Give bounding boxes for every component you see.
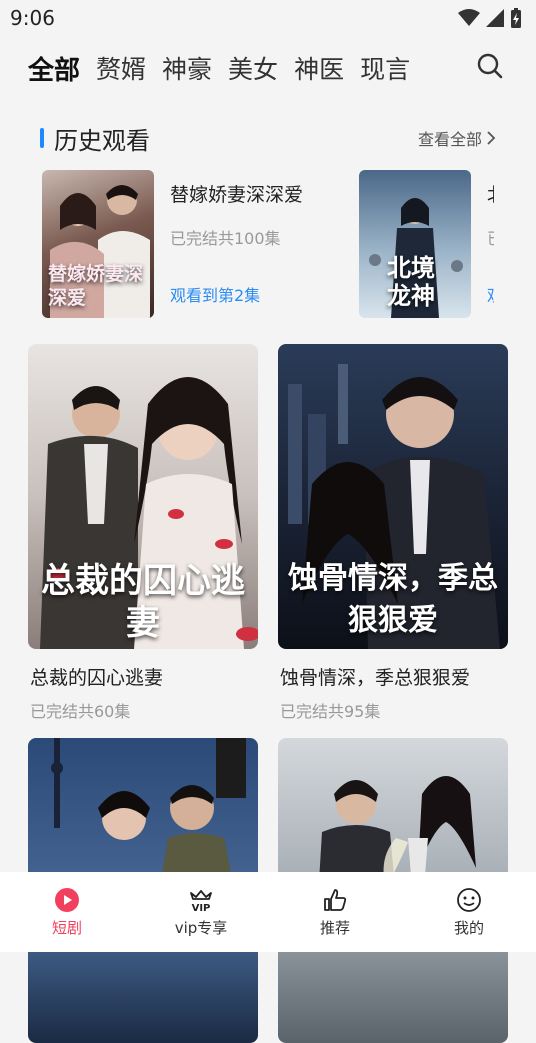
chevron-right-icon	[487, 131, 496, 145]
nav-label: 推荐	[319, 918, 350, 937]
search-icon[interactable]	[476, 52, 504, 80]
signal-icon	[486, 9, 504, 27]
poster-title-art: 总裁的囚心逃妻	[41, 561, 245, 643]
history-drama-name: 替嫁娇妻深深爱	[170, 184, 304, 206]
drama-cover: 蚀骨情深，季总狠狠爱	[278, 344, 508, 649]
poster-title-art: 蚀骨情深，季总狠狠爱	[288, 561, 498, 638]
poster-title-art: 北境龙神	[387, 253, 435, 310]
history-cover: 北境龙神	[359, 170, 471, 318]
status-time: 9:06	[10, 6, 55, 30]
play-circle-icon	[55, 887, 79, 912]
history-header: 历史观看 查看全部	[40, 121, 496, 156]
nav-label: 我的	[453, 918, 484, 937]
tab-son-in-law[interactable]: 赘婿	[96, 50, 146, 86]
thumbs-up-icon	[324, 888, 347, 911]
history-title: 历史观看	[40, 121, 150, 156]
nav-item-short-drama[interactable]: 短剧	[17, 887, 117, 938]
svg-text:VIP: VIP	[192, 903, 211, 913]
drama-title: 总裁的囚心逃妻	[30, 667, 164, 689]
tab-all[interactable]: 全部	[28, 50, 80, 87]
history-watch-progress: 观看到第2集	[170, 286, 261, 305]
nav-item-mine[interactable]: 我的	[419, 887, 519, 938]
bottom-nav: 短剧 VIP vip专享 推荐 我的	[0, 872, 536, 952]
wifi-icon	[458, 9, 480, 26]
drama-cover: 总裁的囚心逃妻	[28, 344, 258, 649]
tab-doctor[interactable]: 神医	[294, 50, 344, 86]
view-all-label: 查看全部	[417, 130, 482, 149]
drama-card[interactable]: 总裁的囚心逃妻 总裁的囚心逃妻 已完结共60集	[28, 344, 258, 722]
status-bar: 9:06	[0, 0, 536, 36]
nav-label: 短剧	[51, 918, 82, 937]
poster-title-art: 替嫁娇妻深深爱	[48, 263, 144, 309]
tab-beauty[interactable]: 美女	[228, 50, 278, 86]
history-drama-status: 已	[487, 225, 494, 249]
tab-tycoon[interactable]: 神豪	[162, 50, 212, 86]
nav-item-vip[interactable]: VIP vip专享	[151, 887, 251, 938]
section-accent-bar	[40, 128, 44, 148]
history-list: 替嫁娇妻深深爱 替嫁娇妻深深爱 已完结共100集 观看到第2集 北境龙神 北 已…	[42, 170, 494, 320]
history-info: 北 已 观	[487, 170, 494, 318]
nav-item-recommend[interactable]: 推荐	[285, 887, 385, 938]
history-cover: 替嫁娇妻深深爱	[42, 170, 154, 318]
history-item[interactable]: 替嫁娇妻深深爱 替嫁娇妻深深爱 已完结共100集 观看到第2集	[42, 170, 330, 320]
history-drama-status: 已完结共100集	[170, 229, 281, 248]
drama-card[interactable]: 蚀骨情深，季总狠狠爱 蚀骨情深，季总狠狠爱 已完结共95集	[278, 344, 508, 722]
history-info: 替嫁娇妻深深爱 已完结共100集 观看到第2集	[170, 170, 330, 318]
battery-icon	[511, 8, 521, 28]
drama-title: 蚀骨情深，季总狠狠爱	[280, 667, 471, 689]
drama-status: 已完结共95集	[280, 702, 381, 721]
nav-label: vip专享	[174, 918, 228, 937]
tab-modern-romance[interactable]: 现言	[360, 50, 410, 86]
category-tabs: 全部 赘婿 神豪 美女 神医 现言	[0, 44, 536, 92]
history-drama-name: 北	[487, 180, 494, 207]
smiley-face-icon	[457, 887, 481, 912]
view-all-link[interactable]: 查看全部	[418, 126, 496, 150]
history-title-text: 历史观看	[54, 126, 150, 155]
history-item[interactable]: 北境龙神 北 已 观	[359, 170, 494, 320]
vip-crown-icon: VIP	[190, 889, 212, 913]
status-icons	[458, 8, 522, 28]
drama-status: 已完结共60集	[30, 702, 131, 721]
history-watch-progress: 观	[487, 282, 494, 306]
